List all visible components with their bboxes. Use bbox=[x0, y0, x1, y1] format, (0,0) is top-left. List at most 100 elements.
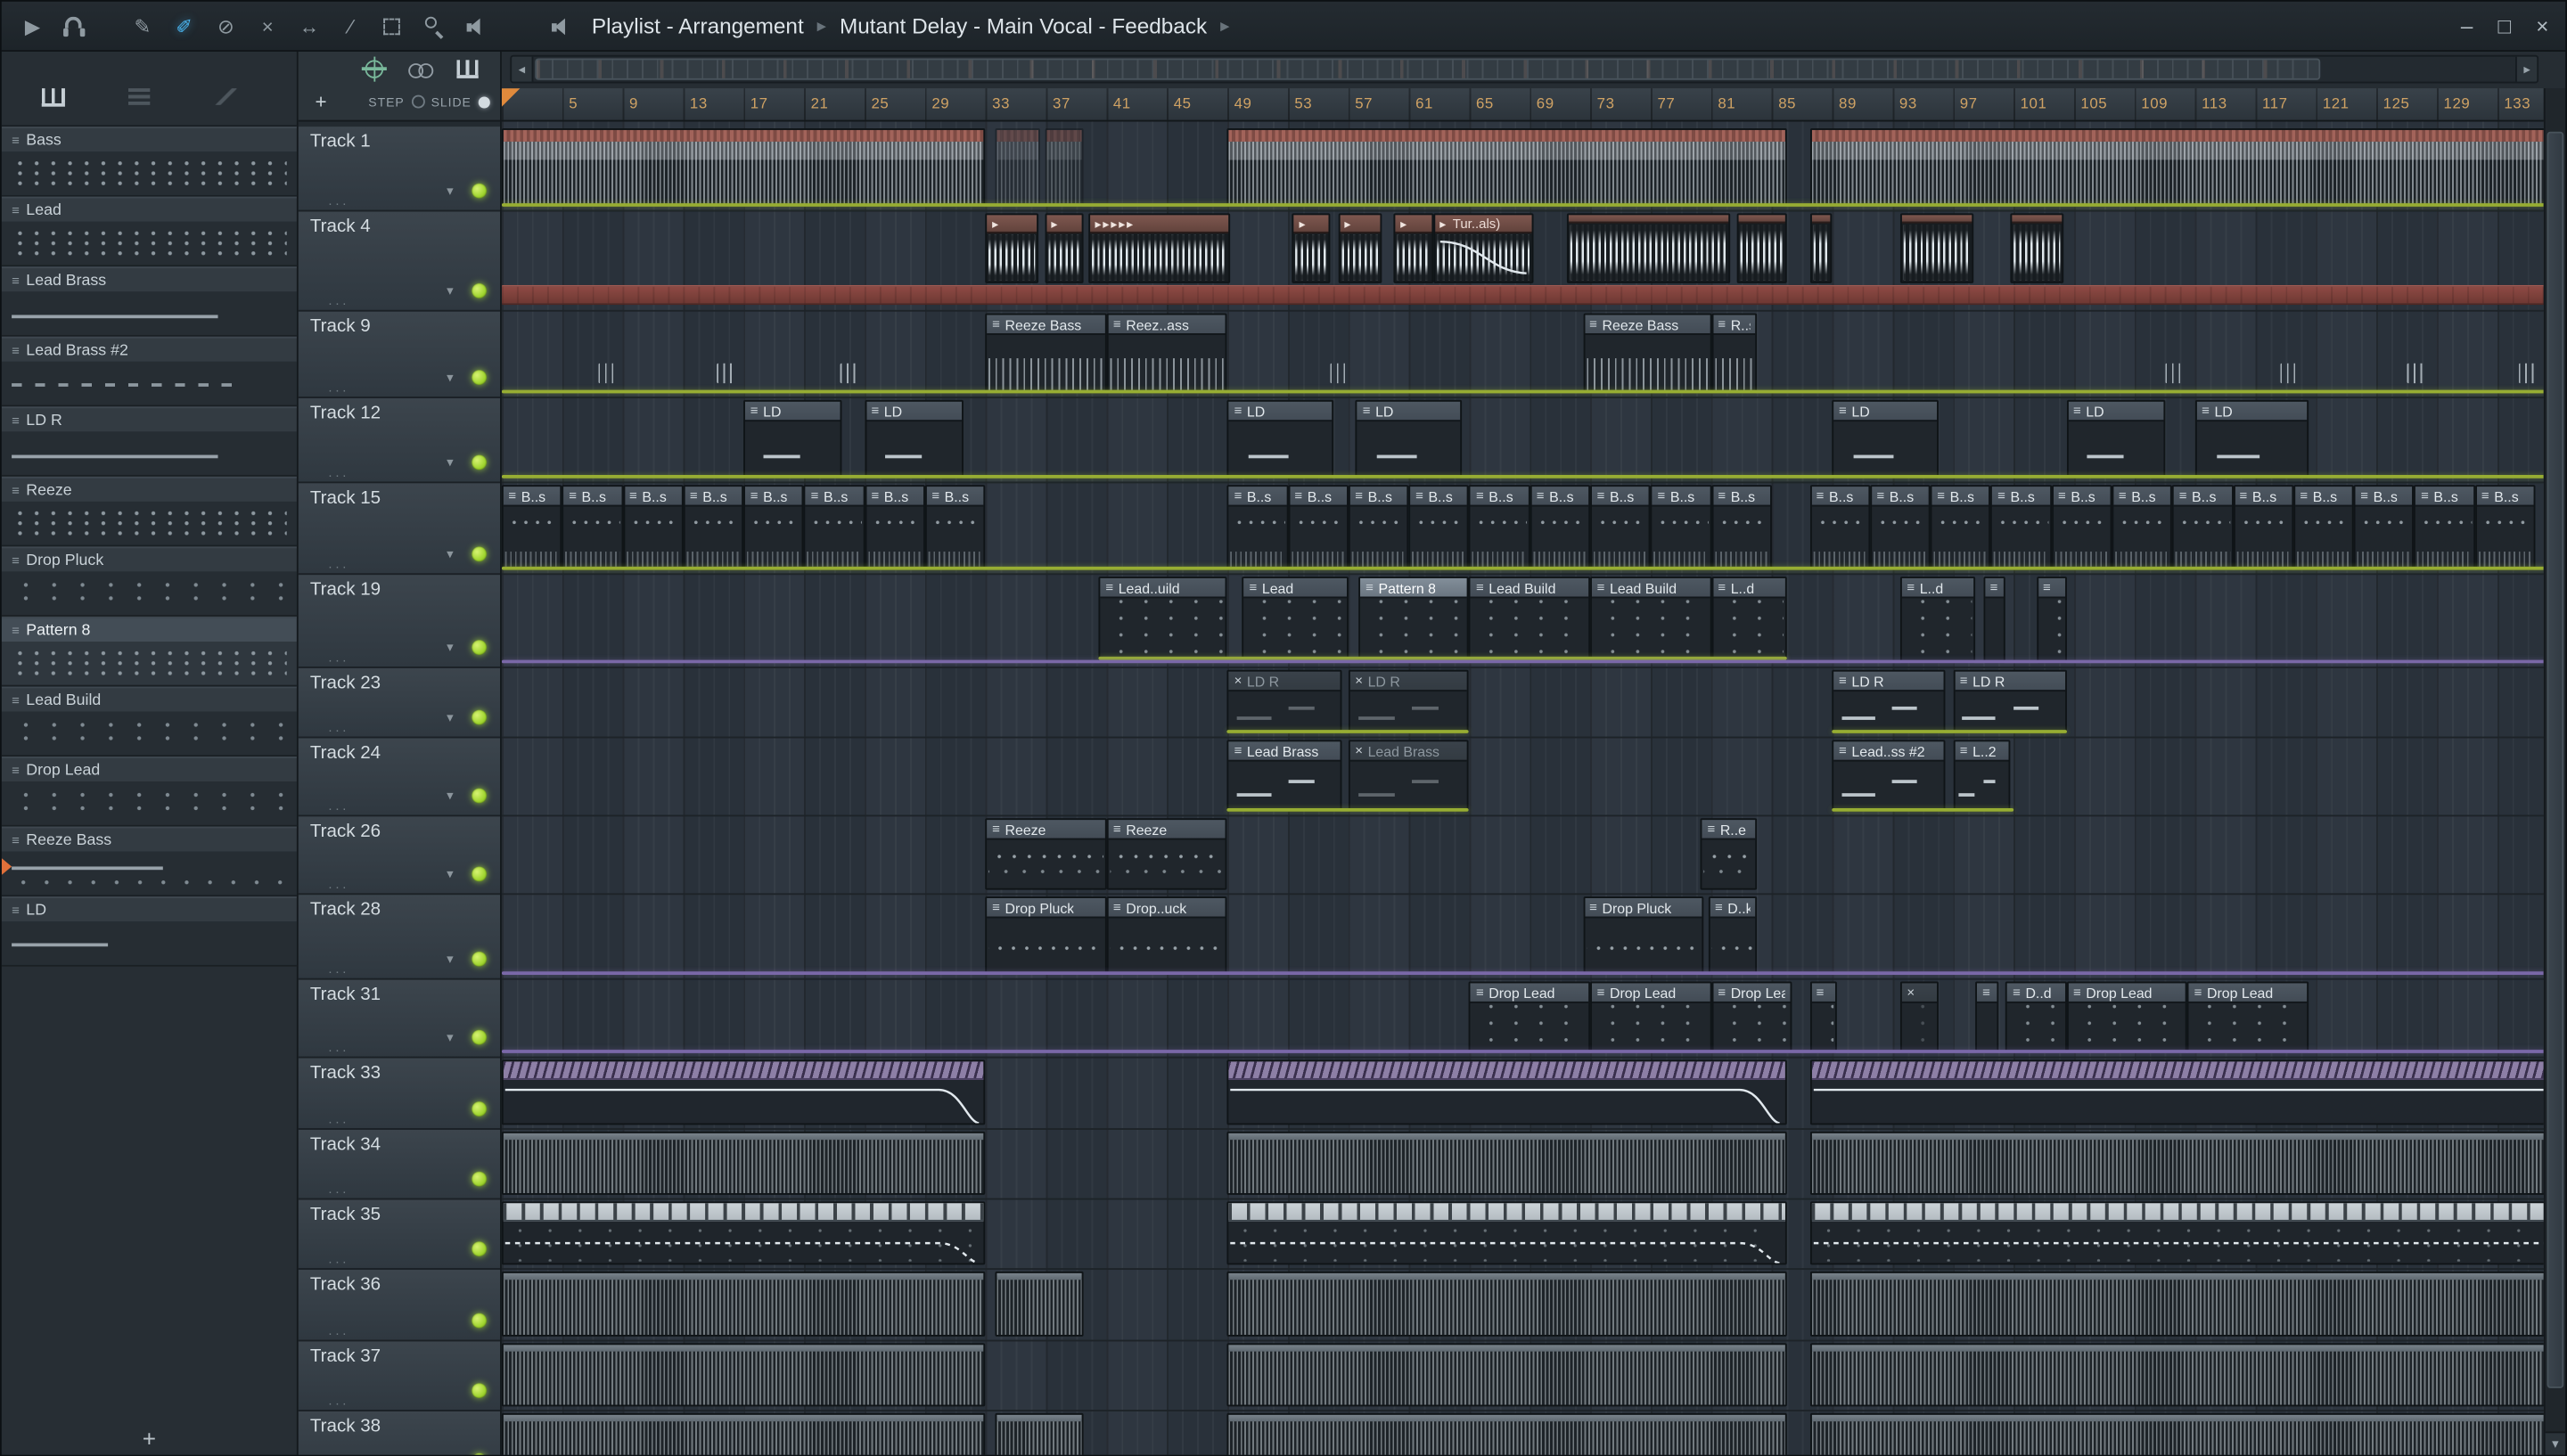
automation-strip-purple[interactable] bbox=[501, 658, 2544, 664]
automation-strip-green[interactable] bbox=[1227, 807, 1470, 812]
automation-strip-green[interactable] bbox=[1832, 807, 2014, 812]
delete-tool-icon[interactable]: ⊘ bbox=[212, 12, 241, 39]
pattern-clip[interactable]: ≡ Reez..ass bbox=[1106, 313, 1228, 394]
note-ticks-clip[interactable] bbox=[598, 363, 617, 384]
track-header[interactable]: Track 1... ▾ bbox=[298, 127, 501, 212]
audio-clip[interactable] bbox=[1809, 1131, 2544, 1195]
clip-band[interactable] bbox=[501, 284, 2544, 306]
pattern-picker-item[interactable]: ≡ Lead bbox=[1, 196, 297, 267]
audio-clip[interactable] bbox=[1227, 1412, 1787, 1455]
audio-clip[interactable] bbox=[994, 1412, 1084, 1455]
audio-clip[interactable] bbox=[1809, 1343, 2544, 1407]
track-mute-led[interactable] bbox=[472, 370, 488, 386]
playlist-track-lane[interactable]: ≡ Reeze ≡ Reeze ≡ R..e bbox=[501, 816, 2544, 896]
mute-tool-icon[interactable]: × bbox=[253, 12, 282, 39]
audio-clip[interactable]: ▸ Tur..als) bbox=[1432, 213, 1535, 283]
pattern-picker-item[interactable]: ≡ LD R bbox=[1, 406, 297, 477]
track-dropdown-icon[interactable]: ▾ bbox=[447, 1030, 454, 1045]
audio-clip[interactable] bbox=[2010, 213, 2064, 283]
pattern-clip[interactable]: ≡ Reeze bbox=[985, 818, 1107, 890]
audio-clip[interactable] bbox=[1227, 1201, 1787, 1265]
pattern-picker-item[interactable]: ≡ Drop Pluck bbox=[1, 546, 297, 617]
audio-clip[interactable] bbox=[1227, 1059, 1787, 1125]
pattern-clip[interactable]: ≡D..k bbox=[1708, 896, 1757, 976]
audio-clip[interactable] bbox=[1809, 1059, 2544, 1125]
track-mute-led[interactable] bbox=[472, 1101, 488, 1117]
automation-strip-green[interactable] bbox=[1227, 729, 1470, 733]
pattern-clip[interactable]: ≡Drop Lead bbox=[2187, 981, 2309, 1053]
audio-clip[interactable]: ▸ bbox=[1044, 213, 1084, 283]
pattern-picker-item[interactable]: ≡ Pattern 8 bbox=[1, 616, 297, 687]
pattern-clip[interactable]: ≡ B..s bbox=[1408, 485, 1470, 570]
audio-clip[interactable]: ▸▸▸▸▸ bbox=[1088, 213, 1231, 283]
track-mute-led[interactable] bbox=[472, 183, 488, 199]
horizontal-scroll-thumb[interactable] bbox=[535, 58, 2321, 80]
headphones-icon[interactable] bbox=[60, 12, 88, 39]
audio-clip[interactable] bbox=[501, 1271, 986, 1337]
pattern-clip[interactable]: ≡ L..d bbox=[1899, 577, 1976, 664]
track-header[interactable]: Track 4... ▾ bbox=[298, 211, 501, 312]
playlist-track-lane[interactable]: × LD R × LD R ≡ LD R ≡ LD R bbox=[501, 668, 2544, 739]
pattern-picker-item[interactable]: ≡ Reeze bbox=[1, 476, 297, 547]
track-mute-led[interactable] bbox=[472, 788, 488, 804]
step-toggle[interactable] bbox=[411, 94, 425, 109]
track-mute-led[interactable] bbox=[472, 454, 488, 470]
pattern-clip[interactable]: ≡ LD bbox=[743, 399, 842, 479]
pattern-clip[interactable]: ≡ B..s bbox=[622, 485, 684, 570]
pattern-clip[interactable]: ≡ B..s bbox=[864, 485, 925, 570]
pattern-clip[interactable]: ≡ Reeze Bass bbox=[1582, 313, 1711, 394]
pattern-clip[interactable]: ≡ bbox=[1809, 981, 1837, 1053]
pattern-picker-item[interactable]: ≡ Lead Brass #2 bbox=[1, 336, 297, 407]
pattern-clip[interactable]: ≡ bbox=[2036, 577, 2067, 664]
audio-clip[interactable] bbox=[1809, 213, 1833, 283]
pattern-clip[interactable]: ≡ bbox=[1983, 577, 2006, 664]
pattern-clip[interactable]: ≡ B..s bbox=[2414, 485, 2475, 570]
track-dropdown-icon[interactable]: ▾ bbox=[447, 455, 454, 470]
audio-clip[interactable] bbox=[1227, 1271, 1787, 1337]
pattern-clip[interactable]: ≡ LD R bbox=[1953, 669, 2067, 733]
play-icon[interactable]: ▶ bbox=[19, 12, 47, 39]
pattern-clip[interactable]: ≡ B..s bbox=[501, 485, 562, 570]
track-header[interactable]: Track 26... ▾ bbox=[298, 816, 501, 896]
select-tool-icon[interactable] bbox=[379, 12, 407, 39]
playlist-track-lane[interactable] bbox=[501, 1199, 2544, 1271]
pattern-clip[interactable]: ≡ LD bbox=[1227, 399, 1333, 479]
pattern-picker-item[interactable]: ≡ Lead Brass bbox=[1, 266, 297, 337]
audio-clip[interactable] bbox=[501, 1412, 986, 1455]
pattern-clip[interactable]: ≡ Drop Pluck bbox=[1582, 896, 1704, 976]
audio-clip[interactable] bbox=[994, 128, 1040, 207]
audio-clip[interactable]: ▸ bbox=[985, 213, 1039, 283]
note-ticks-clip[interactable] bbox=[2279, 363, 2298, 384]
pattern-picker-item[interactable]: ≡ Lead Build bbox=[1, 686, 297, 757]
track-dropdown-icon[interactable]: ▾ bbox=[447, 952, 454, 967]
close-button[interactable]: × bbox=[2536, 13, 2548, 38]
maximize-button[interactable]: □ bbox=[2497, 13, 2511, 38]
pattern-clip[interactable]: ≡ B..s bbox=[924, 485, 986, 570]
pattern-clip[interactable]: ≡ B..s bbox=[2292, 485, 2354, 570]
track-mute-led[interactable] bbox=[472, 546, 488, 562]
pattern-clip[interactable]: ≡ bbox=[1975, 981, 1999, 1053]
automation-strip-green[interactable] bbox=[1832, 729, 2067, 733]
pattern-clip[interactable]: ≡ Lead..ss #2 bbox=[1832, 740, 1946, 812]
track-mute-led[interactable] bbox=[472, 951, 488, 967]
picker-add-button[interactable]: + bbox=[2, 1425, 297, 1452]
track-mute-led[interactable] bbox=[472, 709, 488, 725]
audio-clip[interactable] bbox=[1227, 1343, 1787, 1407]
playback-preview-icon[interactable] bbox=[462, 12, 490, 39]
pattern-clip[interactable]: ≡ B..s bbox=[562, 485, 623, 570]
playhead-marker[interactable] bbox=[501, 88, 521, 107]
pattern-clip[interactable]: ≡ B..s bbox=[1869, 485, 1931, 570]
scroll-left-button[interactable]: ◂ bbox=[512, 56, 534, 82]
focus-crosshair-icon[interactable] bbox=[365, 59, 384, 78]
picker-audio-icon[interactable] bbox=[215, 88, 237, 105]
monitor-speaker-icon[interactable] bbox=[546, 12, 575, 39]
track-dropdown-icon[interactable]: ▾ bbox=[447, 789, 454, 804]
track-mute-led[interactable] bbox=[472, 1383, 488, 1399]
automation-strip-green[interactable] bbox=[501, 202, 2544, 207]
automation-strip-green[interactable] bbox=[501, 565, 2544, 570]
timeline-ruler[interactable]: 5 9 13 17 21 25 29 33 37 41 45 49 53 57 61 65 69 73 77 81 85… bbox=[501, 88, 2544, 122]
link-icon[interactable] bbox=[408, 58, 434, 78]
audio-clip[interactable] bbox=[501, 1343, 986, 1407]
pattern-clip[interactable]: ≡ B..s bbox=[1710, 485, 1772, 570]
playlist-track-lane[interactable] bbox=[501, 1130, 2544, 1200]
